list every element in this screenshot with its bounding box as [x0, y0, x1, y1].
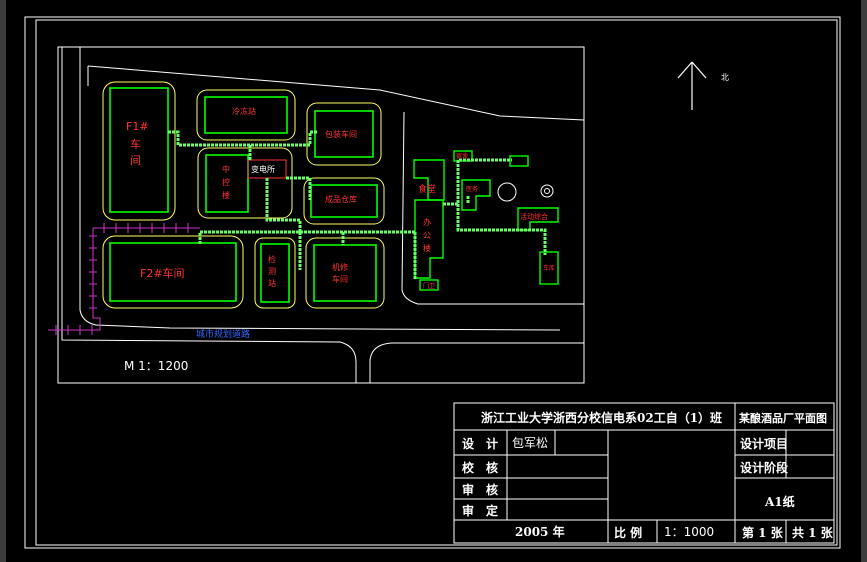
building-clinic-label: 医务 — [466, 185, 478, 193]
title-block-title: 浙江工业大学浙西分校信电系02工自（1）班 — [481, 410, 722, 425]
building-inspection-label: 检 — [268, 254, 276, 264]
building-packaging-label: 包装车间 — [325, 129, 357, 139]
row-check-label: 校 核 — [462, 460, 498, 475]
site-plan-frame — [57, 46, 585, 384]
building-f1-label: F1# — [126, 120, 149, 133]
building-inspection-label: 站 — [268, 278, 276, 288]
drawing-canvas[interactable]: 北 F1# 车 间 冷冻站 包装车间 中 控 楼 变电所 成品仓库 F2#车间 … — [0, 0, 867, 562]
project-label: 设计项目 — [740, 436, 788, 451]
building-control-label: 楼 — [222, 190, 230, 200]
sheet-total: 共 1 张 — [792, 525, 834, 540]
designer-name: 包军松 — [512, 436, 548, 450]
building-f2-label: F2#车间 — [140, 266, 185, 280]
scale-label: 比 例 — [614, 525, 642, 540]
pole-wire — [48, 228, 101, 331]
building-finished-goods-label: 成品仓库 — [325, 194, 357, 204]
power-room-label: 变电所 — [251, 164, 275, 174]
plan-scale-note: M 1：1200 — [124, 359, 188, 373]
building-control-label: 控 — [222, 177, 230, 187]
sheet-number: 第 1 张 — [742, 525, 784, 540]
cad-viewport[interactable]: 北 F1# 车 间 冷冻站 包装车间 中 控 楼 变电所 成品仓库 F2#车间 … — [0, 0, 867, 562]
north-label: 北 — [721, 73, 729, 82]
building-office-label: 公 — [423, 231, 431, 240]
building-gym-label: 活动综合 — [520, 212, 548, 221]
row-review-label: 审 核 — [462, 482, 498, 497]
building-clinic[interactable] — [461, 179, 491, 211]
building-f1[interactable] — [102, 81, 176, 221]
building-f1-label: 车 — [130, 137, 141, 151]
building-machine-shop[interactable] — [305, 237, 385, 309]
building-cooling-label: 冷冻站 — [232, 106, 256, 116]
row-design-label: 设 计 — [462, 436, 498, 451]
site-outline — [61, 47, 585, 383]
building-garage-label: 车库 — [543, 264, 555, 272]
building-inspection-label: 测 — [268, 267, 276, 276]
road-label: 城市规划道路 — [196, 328, 250, 340]
title-block-drawing-name: 某酿酒品厂平面图 — [738, 411, 827, 425]
building-cafeteria-label: 食堂 — [418, 183, 436, 195]
building-control-label: 中 — [222, 164, 230, 174]
building-guard-label: 门卫 — [423, 282, 435, 290]
paper-size-label: A1纸 — [764, 494, 795, 509]
building-machine-shop-label: 车间 — [332, 274, 348, 284]
cable-routes — [168, 130, 547, 280]
building-control[interactable] — [197, 147, 293, 219]
building-office-label: 办 — [423, 217, 431, 227]
stage-label: 设计阶段 — [740, 460, 789, 475]
building-dorm-label: 宿舍 — [456, 152, 468, 160]
building-f1-label: 间 — [130, 154, 141, 167]
building-machine-shop-label: 机修 — [332, 262, 348, 272]
sheet-inner-border — [35, 19, 838, 546]
north-arrow-icon — [677, 61, 707, 110]
row-approve-label: 审 定 — [462, 503, 498, 518]
scale-value: 1：1000 — [664, 525, 714, 539]
year-label: 2005 年 — [515, 524, 565, 539]
boiler-icon — [497, 182, 554, 202]
building-office-label: 楼 — [423, 243, 431, 253]
